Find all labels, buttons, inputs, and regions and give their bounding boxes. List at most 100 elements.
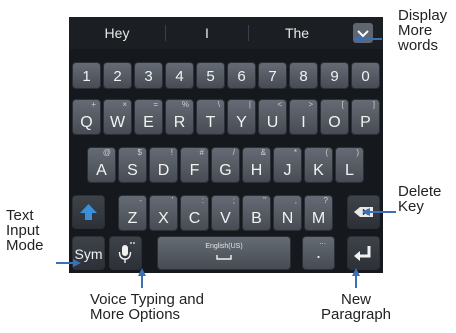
key[interactable]: 4: [165, 62, 194, 89]
key-alt-char: [: [341, 100, 344, 109]
callout-text: Text: [6, 207, 34, 224]
space-bar[interactable]: English(US): [157, 236, 291, 270]
callout-arrow: [73, 259, 81, 267]
keyboard: Hey I The 1234567890 + Q × W = E% R \ T | Y < U > I[O]…: [69, 17, 383, 273]
callout-arrow: [362, 208, 370, 216]
key-alt-char: \: [217, 100, 220, 109]
key[interactable]: × W: [103, 99, 132, 135]
key[interactable]: ! D: [149, 147, 178, 183]
key-alt-char: ): [356, 148, 359, 157]
key[interactable]: 7: [258, 62, 287, 89]
suggestion-word-1[interactable]: Hey: [69, 17, 165, 49]
key[interactable]: \ T: [196, 99, 225, 135]
key-label: P: [360, 114, 371, 131]
key[interactable]: & H: [242, 147, 271, 183]
key[interactable]: | Y: [227, 99, 256, 135]
key[interactable]: " B: [242, 195, 271, 231]
key-label: 9: [330, 68, 339, 85]
callout-delete-key: Delete Key: [398, 184, 441, 214]
suggestion-word-2[interactable]: I: [166, 17, 248, 49]
key[interactable]: :C: [180, 195, 209, 231]
key-label: F: [189, 162, 200, 179]
callout-text: words: [398, 37, 439, 54]
key-label: R: [173, 114, 186, 131]
key-label: 3: [144, 68, 153, 85]
key[interactable]: (K: [304, 147, 333, 183]
key-alt-char: ?: [323, 196, 328, 205]
callout-text: Delete: [398, 183, 442, 200]
callout-arrow: [353, 35, 361, 43]
key[interactable]: + Q: [72, 99, 101, 135]
key-alt-char: ×: [122, 100, 127, 109]
key[interactable]: 1: [72, 62, 101, 89]
key-alt-char: /: [232, 148, 235, 157]
key-label: W: [109, 114, 126, 131]
period-key-label: .: [315, 242, 321, 262]
key-label: U: [266, 114, 279, 131]
callout-display-more: Display More words: [398, 8, 447, 53]
key[interactable]: $ S: [118, 147, 147, 183]
key-label: 7: [268, 68, 277, 85]
key[interactable]: % R: [165, 99, 194, 135]
callout-text: More Options: [90, 306, 181, 323]
callout-text: More: [398, 22, 433, 39]
callout-text: Key: [398, 198, 424, 215]
key-label: 4: [175, 68, 184, 85]
key-label: Z: [127, 210, 138, 227]
key[interactable]: -Z: [118, 195, 147, 231]
key-alt-char: ': [171, 196, 173, 205]
key[interactable]: = E: [134, 99, 163, 135]
key[interactable]: ) L: [335, 147, 364, 183]
key-label: T: [205, 114, 216, 131]
callout-voice-typing: Voice Typing and More Options: [90, 292, 204, 322]
voice-typing-key[interactable]: [109, 236, 142, 270]
callout-text: New: [340, 291, 371, 308]
key-label: 2: [113, 68, 122, 85]
key-label: J: [283, 162, 292, 179]
key-label: A: [96, 162, 107, 179]
callout-text: Input: [6, 222, 40, 239]
callout-text: Paragraph: [320, 306, 392, 323]
key[interactable]: 3: [134, 62, 163, 89]
key[interactable]: * J: [273, 147, 302, 183]
key[interactable]: ? M: [304, 195, 333, 231]
key[interactable]: < U: [258, 99, 287, 135]
key[interactable]: 0: [351, 62, 380, 89]
key[interactable]: 2: [103, 62, 132, 89]
callout-line-display-more: [360, 38, 382, 40]
callout-line-delete: [369, 211, 396, 213]
key[interactable]: [O: [320, 99, 349, 135]
shift-key[interactable]: [72, 195, 105, 229]
key[interactable]: > I: [289, 99, 318, 135]
callout-arrow: [138, 268, 146, 276]
key-label: 6: [237, 68, 246, 85]
shift-arrow-icon: [80, 204, 97, 220]
key-alt-char: ;: [232, 196, 235, 205]
key[interactable]: 5: [196, 62, 225, 89]
key[interactable]: 6: [227, 62, 256, 89]
key[interactable]: ; V: [211, 195, 240, 231]
key-label: V: [220, 210, 231, 227]
key[interactable]: # F: [180, 147, 209, 183]
key-alt-char: :: [201, 196, 204, 205]
key[interactable]: / G: [211, 147, 240, 183]
key-alt-char: #: [199, 148, 204, 157]
key-label: C: [188, 210, 201, 227]
key[interactable]: ' X: [149, 195, 178, 231]
key-alt-char: !: [170, 148, 173, 157]
key[interactable]: 9: [320, 62, 349, 89]
key[interactable]: @ A: [87, 147, 116, 183]
callout-arrow: [352, 268, 360, 276]
key-label: O: [328, 114, 341, 131]
key-label: H: [250, 162, 263, 179]
enter-key[interactable]: [347, 236, 380, 270]
key[interactable]: ] P: [351, 99, 380, 135]
suggestion-word-3[interactable]: The: [249, 17, 345, 49]
key-alt-char: &: [260, 148, 266, 157]
key[interactable]: ,N: [273, 195, 302, 231]
key-label: D: [157, 162, 170, 179]
key[interactable]: 8: [289, 62, 318, 89]
key-label: K: [313, 162, 324, 179]
period-key[interactable]: ... .: [302, 236, 335, 270]
key-alt-char: +: [91, 100, 96, 109]
